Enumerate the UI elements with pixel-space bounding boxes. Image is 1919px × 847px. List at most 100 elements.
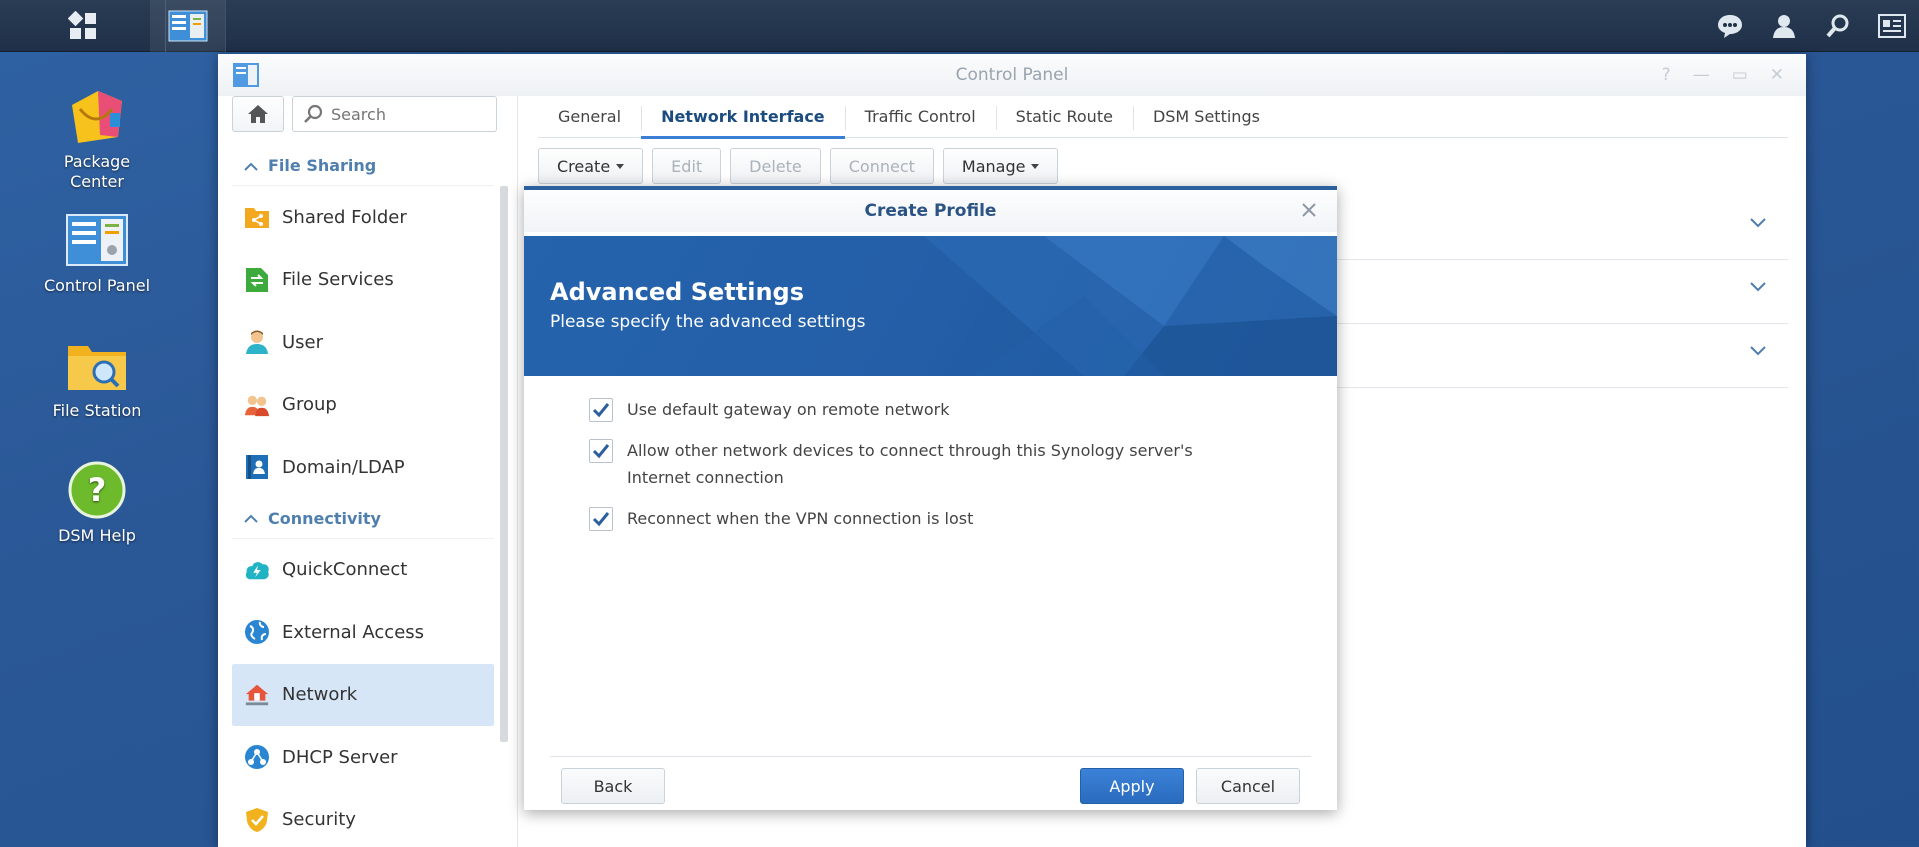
sidebar-item-shared-folder[interactable]: Shared Folder	[232, 186, 494, 249]
domain-ldap-icon	[244, 454, 270, 480]
tab-general[interactable]: General	[538, 96, 641, 138]
home-icon	[248, 105, 268, 123]
banner-title: Advanced Settings	[550, 278, 805, 306]
tab-bar: General Network Interface Traffic Contro…	[538, 96, 1788, 139]
widgets-button[interactable]	[1865, 0, 1919, 52]
banner-subtitle: Please specify the advanced settings	[550, 312, 866, 332]
sidebar: File Sharing Shared Folder File Services…	[218, 96, 518, 847]
sidebar-section-title: Connectivity	[268, 508, 381, 528]
checkbox-default-gateway[interactable]	[589, 398, 613, 422]
checkmark-icon	[592, 403, 610, 418]
tab-network-interface[interactable]: Network Interface	[641, 96, 845, 139]
sidebar-item-label: Security	[282, 809, 356, 831]
sidebar-item-label: User	[282, 331, 324, 353]
desktop-icon-label: File Station	[52, 401, 142, 420]
control-panel-icon	[168, 10, 207, 42]
banner-pattern	[924, 236, 1337, 376]
checkmark-icon	[592, 444, 610, 459]
edit-button[interactable]: Edit	[652, 148, 722, 184]
sidebar-section-file-sharing[interactable]: File Sharing	[232, 146, 494, 186]
tab-dsm-settings[interactable]: DSM Settings	[1132, 96, 1280, 138]
apply-button[interactable]: Apply	[1080, 768, 1184, 804]
window-controls: ? — ▭ ✕	[1662, 66, 1784, 84]
taskbar	[0, 0, 1919, 52]
taskbar-control-panel-button[interactable]	[150, 0, 226, 52]
sidebar-item-label: Domain/LDAP	[282, 456, 405, 478]
file-services-icon	[244, 267, 270, 293]
desktop-package-center[interactable]: Package Center	[17, 84, 177, 192]
help-icon[interactable]: ?	[1662, 66, 1671, 84]
dialog-separator	[550, 756, 1311, 757]
sidebar-item-group[interactable]: Group	[232, 374, 494, 437]
cancel-button[interactable]: Cancel	[1196, 768, 1300, 804]
search-input[interactable]	[331, 104, 481, 124]
tab-static-route[interactable]: Static Route	[995, 96, 1133, 138]
desktop-control-panel[interactable]: Control Panel	[17, 208, 177, 296]
dialog-titlebar[interactable]: Create Profile	[524, 190, 1337, 232]
main-menu-button[interactable]	[0, 0, 166, 52]
close-icon[interactable]: ✕	[1770, 66, 1784, 84]
sidebar-item-dhcp-server[interactable]: DHCP Server	[232, 726, 494, 789]
chat-button[interactable]	[1703, 0, 1757, 52]
close-icon[interactable]	[1301, 202, 1317, 218]
external-access-icon	[244, 619, 270, 645]
sidebar-item-domain-ldap[interactable]: Domain/LDAP	[232, 436, 494, 499]
sidebar-item-user[interactable]: User	[232, 311, 494, 374]
chevron-down-icon[interactable]	[1750, 218, 1766, 228]
sidebar-item-label: QuickConnect	[282, 559, 408, 581]
checkbox-allow-other-devices[interactable]	[589, 439, 613, 463]
home-button[interactable]	[232, 96, 284, 132]
maximize-icon[interactable]: ▭	[1732, 66, 1748, 84]
option-default-gateway[interactable]: Use default gateway on remote network	[589, 396, 1289, 423]
back-button[interactable]: Back	[561, 768, 665, 804]
desktop-icon-label: Center	[70, 172, 124, 191]
chat-icon	[1718, 15, 1742, 38]
sidebar-item-label: External Access	[282, 621, 425, 643]
sidebar-item-file-services[interactable]: File Services	[232, 249, 494, 312]
user-button[interactable]	[1757, 0, 1811, 52]
sidebar-list: File Sharing Shared Folder File Services…	[232, 146, 494, 847]
manage-button-label: Manage	[961, 156, 1026, 176]
taskbar-right-tray	[1703, 0, 1919, 52]
option-reconnect-vpn[interactable]: Reconnect when the VPN connection is los…	[589, 505, 1289, 532]
minimize-icon[interactable]: —	[1693, 66, 1710, 84]
sidebar-item-label: DHCP Server	[282, 746, 398, 768]
sidebar-item-quickconnect[interactable]: QuickConnect	[232, 539, 494, 602]
desktop-icon-label: Package	[63, 152, 131, 171]
option-allow-other-devices[interactable]: Allow other network devices to connect t…	[589, 437, 1289, 491]
shield-icon	[244, 807, 270, 833]
control-panel-icon	[66, 214, 128, 266]
desktop-dsm-help[interactable]: ? DSM Help	[17, 458, 177, 546]
search-icon	[304, 104, 323, 123]
sidebar-item-external-access[interactable]: External Access	[232, 601, 494, 664]
desktop-icon-label: Control Panel	[43, 276, 151, 295]
search-icon	[1826, 14, 1849, 38]
dialog-title: Create Profile	[864, 201, 997, 221]
dhcp-server-icon	[244, 744, 270, 770]
create-button[interactable]: Create	[538, 148, 644, 184]
sidebar-search[interactable]	[292, 96, 497, 132]
widgets-icon	[1878, 14, 1906, 38]
sidebar-item-security[interactable]: Security	[232, 789, 494, 847]
checkbox-reconnect-vpn[interactable]	[589, 507, 613, 531]
search-button[interactable]	[1811, 0, 1865, 52]
svg-text:?: ?	[88, 471, 107, 509]
caret-down-icon	[1031, 163, 1040, 169]
sidebar-section-connectivity[interactable]: Connectivity	[232, 499, 494, 539]
connect-button[interactable]: Connect	[829, 148, 934, 184]
desktop-file-station[interactable]: File Station	[17, 333, 177, 421]
sidebar-item-network[interactable]: Network	[232, 663, 494, 726]
window-titlebar[interactable]: Control Panel ? — ▭ ✕	[218, 54, 1806, 96]
sidebar-scrollbar[interactable]	[500, 186, 508, 742]
sidebar-item-label: File Services	[282, 269, 394, 291]
sidebar-item-label: Network	[282, 684, 358, 706]
option-label: Reconnect when the VPN connection is los…	[627, 509, 974, 528]
network-icon	[244, 682, 270, 708]
tab-traffic-control[interactable]: Traffic Control	[844, 96, 996, 138]
chevron-down-icon[interactable]	[1750, 346, 1766, 356]
delete-button[interactable]: Delete	[730, 148, 821, 184]
user-icon	[244, 329, 270, 355]
user-icon	[1773, 15, 1795, 38]
chevron-down-icon[interactable]	[1750, 282, 1766, 292]
manage-button[interactable]: Manage	[942, 148, 1059, 184]
